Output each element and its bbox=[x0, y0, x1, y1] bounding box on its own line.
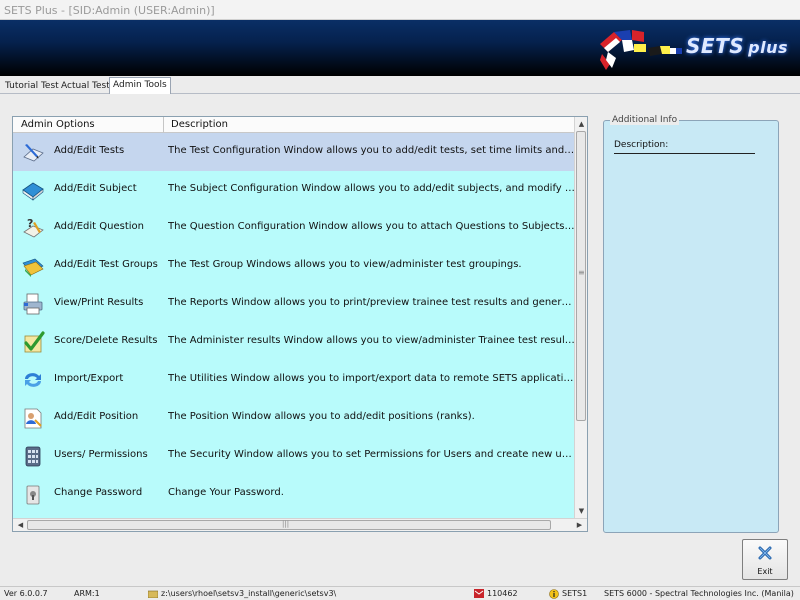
book-icon bbox=[22, 182, 44, 201]
close-icon bbox=[758, 546, 772, 560]
lock-key-icon bbox=[26, 485, 40, 505]
folder-icon bbox=[148, 590, 158, 598]
logo-main-text: SETS bbox=[686, 34, 745, 58]
list-item-add-edit-position[interactable]: Add/Edit Position The Position Window al… bbox=[13, 399, 576, 437]
option-description: The Utilities Window allows you to impor… bbox=[168, 373, 576, 384]
option-name: Change Password bbox=[54, 487, 143, 498]
option-name: Add/Edit Position bbox=[54, 411, 139, 422]
option-description: The Test Group Windows allows you to vie… bbox=[168, 259, 522, 270]
svg-text:?: ? bbox=[27, 217, 33, 230]
option-name: Users/ Permissions bbox=[54, 449, 148, 460]
scroll-up-arrow-icon[interactable]: ▲ bbox=[577, 120, 586, 129]
status-code: 110462 bbox=[487, 589, 518, 598]
option-description: The Test Configuration Window allows you… bbox=[168, 145, 576, 156]
status-arm: ARM:1 bbox=[74, 589, 100, 598]
column-header-admin-options[interactable]: Admin Options bbox=[21, 119, 95, 130]
option-name: Add/Edit Test Groups bbox=[54, 259, 158, 270]
admin-options-list: Admin Options Description Add/Edit Tests… bbox=[12, 116, 588, 532]
list-item-add-edit-tests[interactable]: Add/Edit Tests The Test Configuration Wi… bbox=[13, 133, 576, 171]
list-rows: Add/Edit Tests The Test Configuration Wi… bbox=[13, 133, 576, 517]
horizontal-scroll-thumb[interactable] bbox=[27, 520, 551, 530]
list-item-add-edit-subject[interactable]: Add/Edit Subject The Subject Configurati… bbox=[13, 171, 576, 209]
horizontal-scrollbar[interactable]: ◀ ▶ bbox=[13, 518, 587, 531]
column-header-description[interactable]: Description bbox=[163, 117, 228, 133]
tab-admin-tools[interactable]: Admin Tools bbox=[109, 77, 171, 94]
window-titlebar: SETS Plus - [SID:Admin (USER:Admin)] bbox=[0, 0, 800, 20]
list-item-add-edit-test-groups[interactable]: Add/Edit Test Groups The Test Group Wind… bbox=[13, 247, 576, 285]
status-company: SETS 6000 - Spectral Technologies Inc. (… bbox=[604, 589, 794, 598]
scroll-right-arrow-icon[interactable]: ▶ bbox=[575, 521, 584, 530]
list-item-add-edit-question[interactable]: ? Add/Edit Question The Question Configu… bbox=[13, 209, 576, 247]
option-description: The Position Window allows you to add/ed… bbox=[168, 411, 475, 422]
additional-info-panel: Additional Info Description: bbox=[603, 115, 779, 533]
list-item-users-permissions[interactable]: Users/ Permissions The Security Window a… bbox=[13, 437, 576, 475]
app-banner: SETS plus bbox=[0, 20, 800, 76]
logo-text: SETS plus bbox=[686, 34, 788, 58]
scroll-left-arrow-icon[interactable]: ◀ bbox=[16, 521, 25, 530]
position-icon bbox=[24, 408, 42, 429]
checkmark-icon bbox=[24, 331, 45, 353]
list-item-change-password[interactable]: Change Password Change Your Password. bbox=[13, 475, 576, 513]
list-item-import-export[interactable]: Import/Export The Utilities Window allow… bbox=[13, 361, 576, 399]
vertical-scrollbar[interactable]: ▲ ▼ bbox=[574, 117, 587, 519]
logo-suffix-text: plus bbox=[748, 38, 788, 57]
users-grid-icon bbox=[25, 446, 41, 467]
printer-icon bbox=[23, 293, 43, 315]
option-name: Add/Edit Tests bbox=[54, 145, 125, 156]
option-description: The Subject Configuration Window allows … bbox=[168, 183, 576, 194]
window-title: SETS Plus - [SID:Admin (USER:Admin)] bbox=[4, 4, 215, 17]
status-sets-id: SETS1 bbox=[562, 589, 588, 598]
option-name: View/Print Results bbox=[54, 297, 144, 308]
description-label: Description: bbox=[614, 140, 755, 154]
tab-actual-test[interactable]: Actual Test bbox=[58, 79, 113, 94]
tab-strip: Tutorial Test Actual Test Admin Tools bbox=[0, 77, 800, 94]
vertical-scroll-thumb[interactable] bbox=[576, 131, 586, 421]
option-name: Add/Edit Question bbox=[54, 221, 144, 232]
pen-paper-icon bbox=[23, 144, 44, 162]
exit-label: Exit bbox=[757, 567, 773, 576]
mail-icon bbox=[474, 589, 484, 598]
sync-arrows-icon bbox=[25, 373, 41, 387]
additional-info-legend: Additional Info bbox=[610, 115, 680, 125]
status-bar: Ver 6.0.0.7 ARM:1 z:\users\rhoel\setsv3_… bbox=[0, 586, 800, 600]
list-item-view-print-results[interactable]: View/Print Results The Reports Window al… bbox=[13, 285, 576, 323]
status-path: z:\users\rhoel\setsv3_install\generic\se… bbox=[161, 589, 337, 598]
option-description: The Question Configuration Window allows… bbox=[168, 221, 576, 232]
option-name: Import/Export bbox=[54, 373, 124, 384]
list-header: Admin Options Description bbox=[13, 117, 576, 133]
tab-tutorial-test[interactable]: Tutorial Test bbox=[2, 79, 62, 94]
folders-icon bbox=[22, 258, 44, 277]
option-name: Add/Edit Subject bbox=[54, 183, 137, 194]
status-version: Ver 6.0.0.7 bbox=[4, 589, 48, 598]
option-description: The Administer results Window allows you… bbox=[168, 335, 576, 346]
exit-button[interactable]: Exit bbox=[742, 539, 788, 580]
option-description: Change Your Password. bbox=[168, 487, 284, 498]
info-icon bbox=[549, 589, 559, 599]
scroll-down-arrow-icon[interactable]: ▼ bbox=[577, 507, 586, 516]
option-description: The Reports Window allows you to print/p… bbox=[168, 297, 576, 308]
option-name: Score/Delete Results bbox=[54, 335, 158, 346]
option-description: The Security Window allows you to set Pe… bbox=[168, 449, 576, 460]
list-item-score-delete-results[interactable]: Score/Delete Results The Administer resu… bbox=[13, 323, 576, 361]
question-pen-icon: ? bbox=[23, 217, 44, 238]
